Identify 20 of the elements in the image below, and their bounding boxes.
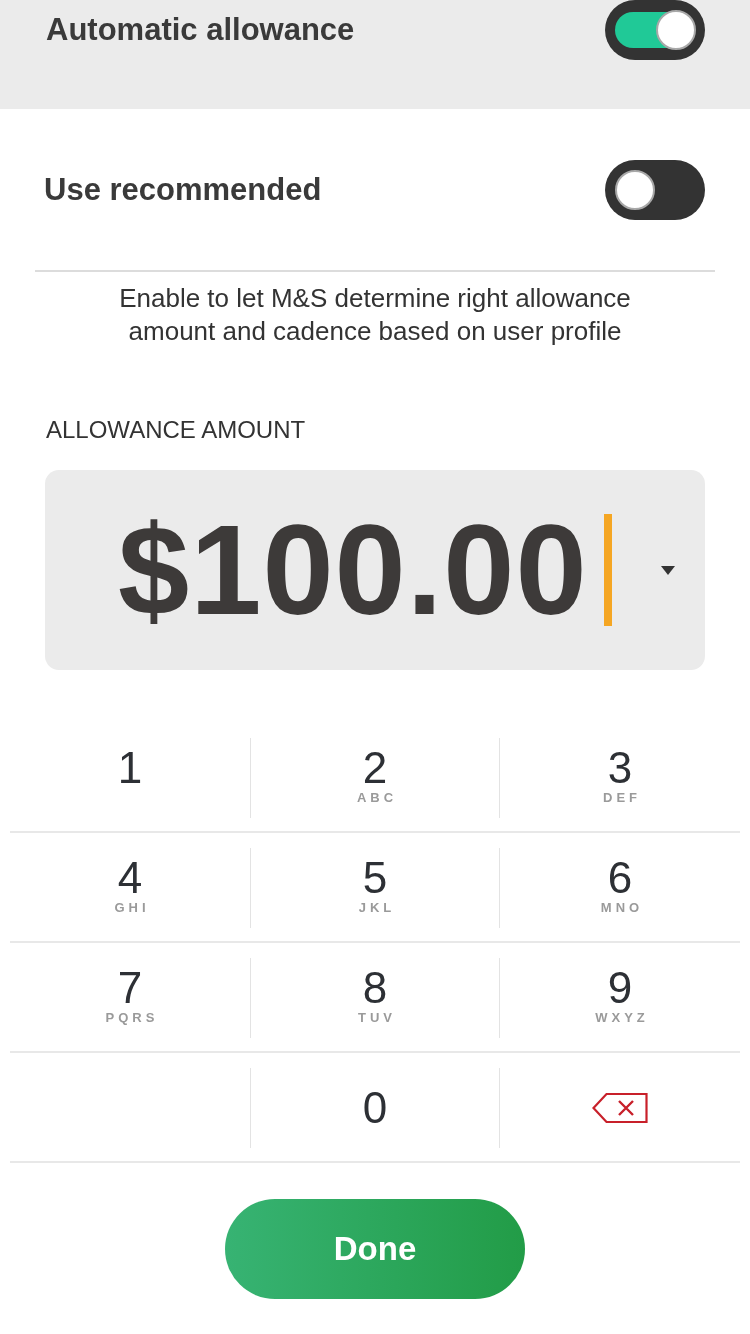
setting-label: Use recommended xyxy=(44,172,322,208)
keypad-key[interactable]: 2 ABC xyxy=(251,738,499,818)
keypad-key[interactable]: 3 DEF xyxy=(500,738,740,818)
field-label: ALLOWANCE AMOUNT xyxy=(46,416,306,444)
keypad-key[interactable]: 5 JKL xyxy=(251,848,499,928)
keypad-key[interactable]: 8 TUV xyxy=(251,958,499,1038)
toggle-switch[interactable] xyxy=(605,0,705,60)
setting-description: Enable to let M&S determine right allowance amount and cadence based on user profile xyxy=(118,282,632,348)
backspace-icon xyxy=(592,1092,648,1124)
dropdown-caret-icon xyxy=(661,565,675,575)
keypad-key[interactable]: 9 WXYZ xyxy=(500,958,740,1038)
keypad-key[interactable]: 1 xyxy=(10,738,250,818)
keypad-key[interactable]: 6 MNO xyxy=(500,848,740,928)
setting-label: Automatic allowance xyxy=(46,12,355,48)
keypad-key[interactable]: 0 xyxy=(251,1068,499,1148)
amount-field[interactable]: $100.00 xyxy=(45,470,705,670)
toggle-switch[interactable] xyxy=(605,160,705,220)
keypad-key[interactable]: 4 GHI xyxy=(10,848,250,928)
keypad-key[interactable]: 7 PQRS xyxy=(10,958,250,1038)
text-cursor-icon xyxy=(603,514,612,626)
